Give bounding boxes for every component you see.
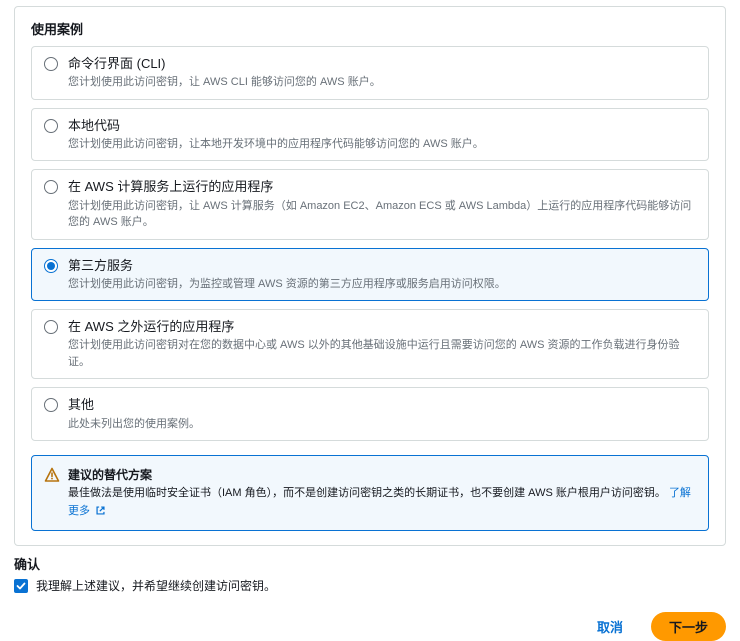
- radio-option-2[interactable]: 在 AWS 计算服务上运行的应用程序您计划使用此访问密钥，让 AWS 计算服务（…: [31, 169, 709, 239]
- radio-indicator: [44, 119, 58, 133]
- radio-indicator: [44, 259, 58, 273]
- radio-label: 命令行界面 (CLI): [68, 55, 696, 73]
- radio-label: 在 AWS 之外运行的应用程序: [68, 318, 696, 336]
- cancel-button[interactable]: 取消: [579, 612, 641, 641]
- radio-option-3[interactable]: 第三方服务您计划使用此访问密钥，为监控或管理 AWS 资源的第三方应用程序或服务…: [31, 248, 709, 302]
- radio-description: 您计划使用此访问密钥，让本地开发环境中的应用程序代码能够访问您的 AWS 账户。: [68, 136, 696, 153]
- alert-title: 建议的替代方案: [68, 466, 696, 483]
- alternative-alert: 建议的替代方案 最佳做法是使用临时安全证书（IAM 角色），而不是创建访问密钥之…: [31, 455, 709, 531]
- confirm-checkbox[interactable]: [14, 579, 28, 593]
- alert-body: 建议的替代方案 最佳做法是使用临时安全证书（IAM 角色），而不是创建访问密钥之…: [68, 466, 696, 520]
- radio-indicator: [44, 398, 58, 412]
- use-case-panel: 使用案例 命令行界面 (CLI)您计划使用此访问密钥，让 AWS CLI 能够访…: [14, 6, 726, 546]
- radio-option-5[interactable]: 其他此处未列出您的使用案例。: [31, 387, 709, 441]
- radio-description: 您计划使用此访问密钥，让 AWS 计算服务（如 Amazon EC2、Amazo…: [68, 198, 696, 231]
- alert-text: 最佳做法是使用临时安全证书（IAM 角色），而不是创建访问密钥之类的长期证书，也…: [68, 485, 696, 520]
- warning-icon: [44, 467, 60, 486]
- radio-label: 第三方服务: [68, 257, 696, 275]
- external-link-icon: [95, 505, 106, 516]
- confirm-section: 确认 我理解上述建议，并希望继续创建访问密钥。: [14, 554, 726, 594]
- radio-indicator: [44, 57, 58, 71]
- confirm-checkbox-row[interactable]: 我理解上述建议，并希望继续创建访问密钥。: [14, 577, 726, 594]
- radio-label: 在 AWS 计算服务上运行的应用程序: [68, 178, 696, 196]
- radio-indicator: [44, 180, 58, 194]
- confirm-title: 确认: [14, 554, 726, 573]
- footer-actions: 取消 下一步: [0, 594, 740, 641]
- radio-label: 其他: [68, 396, 696, 414]
- next-button[interactable]: 下一步: [651, 612, 726, 641]
- section-title: 使用案例: [31, 19, 709, 38]
- radio-label: 本地代码: [68, 117, 696, 135]
- radio-indicator: [44, 320, 58, 334]
- radio-description: 您计划使用此访问密钥，让 AWS CLI 能够访问您的 AWS 账户。: [68, 74, 696, 91]
- radio-description: 此处未列出您的使用案例。: [68, 416, 696, 433]
- radio-group: 命令行界面 (CLI)您计划使用此访问密钥，让 AWS CLI 能够访问您的 A…: [31, 46, 709, 441]
- check-icon: [16, 581, 26, 591]
- radio-option-1[interactable]: 本地代码您计划使用此访问密钥，让本地开发环境中的应用程序代码能够访问您的 AWS…: [31, 108, 709, 162]
- confirm-label: 我理解上述建议，并希望继续创建访问密钥。: [36, 577, 276, 594]
- radio-option-4[interactable]: 在 AWS 之外运行的应用程序您计划使用此访问密钥对在您的数据中心或 AWS 以…: [31, 309, 709, 379]
- radio-description: 您计划使用此访问密钥，为监控或管理 AWS 资源的第三方应用程序或服务启用访问权…: [68, 276, 696, 293]
- radio-description: 您计划使用此访问密钥对在您的数据中心或 AWS 以外的其他基础设施中运行且需要访…: [68, 337, 696, 370]
- radio-option-0[interactable]: 命令行界面 (CLI)您计划使用此访问密钥，让 AWS CLI 能够访问您的 A…: [31, 46, 709, 100]
